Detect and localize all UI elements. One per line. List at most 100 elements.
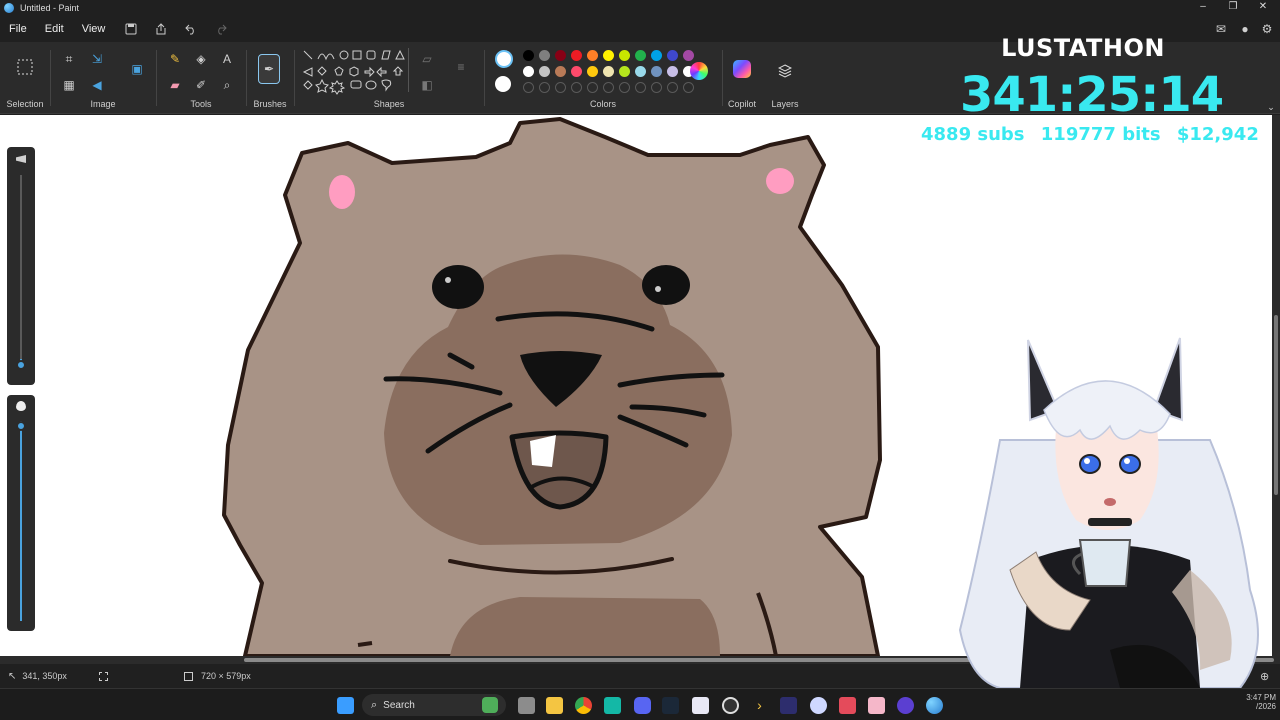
start-icon[interactable] (337, 697, 354, 714)
maximize-button[interactable]: ❐ (1218, 0, 1248, 14)
palette-swatch[interactable] (523, 66, 534, 77)
pencil-icon[interactable]: ✎ (166, 50, 184, 68)
bitwarden-icon[interactable] (692, 697, 709, 714)
close-button[interactable]: ✕ (1248, 0, 1278, 14)
feedback-icon[interactable]: ✉ (1212, 20, 1230, 38)
file-explorer-icon[interactable] (546, 697, 563, 714)
palette-swatch[interactable] (667, 50, 678, 61)
task-view-icon[interactable] (518, 697, 535, 714)
opacity-knob[interactable] (16, 421, 26, 431)
secondary-color-swatch[interactable] (495, 76, 511, 92)
primary-color-swatch[interactable] (495, 50, 513, 68)
menu-file[interactable]: File (0, 16, 36, 42)
app-icon-red[interactable] (839, 697, 856, 714)
brush-icon[interactable]: ✒ (258, 54, 280, 84)
brush-size-track[interactable] (20, 175, 22, 365)
palette-swatch[interactable] (619, 50, 630, 61)
settings-icon[interactable]: ⚙ (1258, 20, 1276, 38)
app-icon-diamond[interactable] (780, 697, 797, 714)
app-icon-circle[interactable] (810, 697, 827, 714)
taskbar-clock[interactable]: 3:47 PM /2026 (1236, 693, 1276, 711)
shapes-group: ▱ ◧ ≡ Shapes (296, 42, 482, 114)
palette-swatch[interactable] (603, 66, 614, 77)
palette-swatch[interactable] (571, 66, 582, 77)
custom-color-slot[interactable] (619, 82, 630, 93)
palette-swatch[interactable] (635, 50, 646, 61)
app-icon-teal[interactable] (604, 697, 621, 714)
account-icon[interactable]: ● (1236, 20, 1254, 38)
chrome-icon[interactable] (575, 697, 592, 714)
menu-view[interactable]: View (73, 16, 115, 42)
custom-color-slot[interactable] (587, 82, 598, 93)
fill-style-icon[interactable]: ◧ (418, 76, 436, 94)
palette-swatch[interactable] (539, 50, 550, 61)
custom-color-slot[interactable] (555, 82, 566, 93)
plex-icon[interactable]: › (751, 697, 768, 714)
chest (450, 597, 720, 656)
undo-icon[interactable] (182, 20, 200, 38)
copilot-icon[interactable] (733, 60, 751, 78)
palette-swatch[interactable] (555, 50, 566, 61)
palette-swatch[interactable] (619, 66, 630, 77)
custom-color-slot[interactable] (635, 82, 646, 93)
share-icon[interactable] (152, 20, 170, 38)
selection-icon[interactable] (16, 58, 34, 76)
app-icon-purple[interactable] (897, 697, 914, 714)
discord-icon[interactable] (634, 697, 651, 714)
resize-icon[interactable]: ⇲ (88, 50, 106, 68)
fill-icon[interactable]: ◈ (192, 50, 210, 68)
custom-color-slot[interactable] (603, 82, 614, 93)
palette-swatch[interactable] (651, 50, 662, 61)
selection-group: Selection (0, 42, 50, 114)
save-icon[interactable] (122, 20, 140, 38)
menu-edit[interactable]: Edit (36, 16, 73, 42)
palette-swatch[interactable] (587, 66, 598, 77)
paint-taskbar-icon[interactable] (926, 697, 943, 714)
palette-swatch[interactable] (523, 50, 534, 61)
palette-swatch[interactable] (555, 66, 566, 77)
palette-swatch[interactable] (635, 66, 646, 77)
taskbar-search[interactable]: ⌕ Search (362, 694, 506, 716)
edit-colors-icon[interactable] (690, 62, 708, 80)
overlay-stats: 4889 subs 119777 bits $12,942 (916, 124, 1259, 145)
eraser-icon[interactable]: ▰ (166, 76, 184, 94)
shape-size-icon[interactable]: ≡ (452, 58, 470, 76)
steam-icon[interactable] (662, 697, 679, 714)
palette-swatch[interactable] (683, 50, 694, 61)
rotate-icon[interactable]: ◀ (88, 76, 106, 94)
group-label-selection: Selection (6, 99, 44, 109)
crop-icon[interactable]: ⌗ (60, 50, 78, 68)
shapes-gallery-icon[interactable] (302, 48, 410, 98)
redo-icon[interactable] (212, 20, 230, 38)
layers-icon[interactable] (776, 62, 794, 80)
brush-size-knob[interactable] (16, 360, 26, 370)
obs-icon[interactable] (722, 697, 739, 714)
palette-swatch[interactable] (571, 50, 582, 61)
outline-icon[interactable]: ▱ (418, 50, 436, 68)
palette-swatch[interactable] (667, 66, 678, 77)
custom-color-slot[interactable] (683, 82, 694, 93)
text-icon[interactable]: A (218, 50, 236, 68)
collapse-ribbon-icon[interactable]: ⌄ (1262, 98, 1280, 116)
custom-color-slot[interactable] (523, 82, 534, 93)
minimize-button[interactable]: – (1188, 0, 1218, 14)
app-icon-pink[interactable] (868, 697, 885, 714)
magnifier-icon[interactable]: ⌕ (218, 76, 236, 94)
magic-select-icon[interactable]: ▦ (60, 76, 78, 94)
divider (246, 50, 247, 106)
palette-swatch[interactable] (539, 66, 550, 77)
custom-color-slot[interactable] (571, 82, 582, 93)
group-label-colors: Colors (589, 99, 616, 109)
palette-swatch[interactable] (651, 66, 662, 77)
custom-color-slot[interactable] (667, 82, 678, 93)
palette-swatch[interactable] (603, 50, 614, 61)
custom-color-slot[interactable] (651, 82, 662, 93)
left-eye (432, 265, 484, 309)
custom-color-slot[interactable] (539, 82, 550, 93)
color-picker-icon[interactable]: ✐ (192, 76, 210, 94)
divider (294, 50, 295, 106)
search-icon: ⌕ (371, 698, 378, 711)
vtuber-avatar (958, 337, 1259, 688)
palette-swatch[interactable] (587, 50, 598, 61)
image-select-icon[interactable]: ▣ (128, 60, 146, 78)
